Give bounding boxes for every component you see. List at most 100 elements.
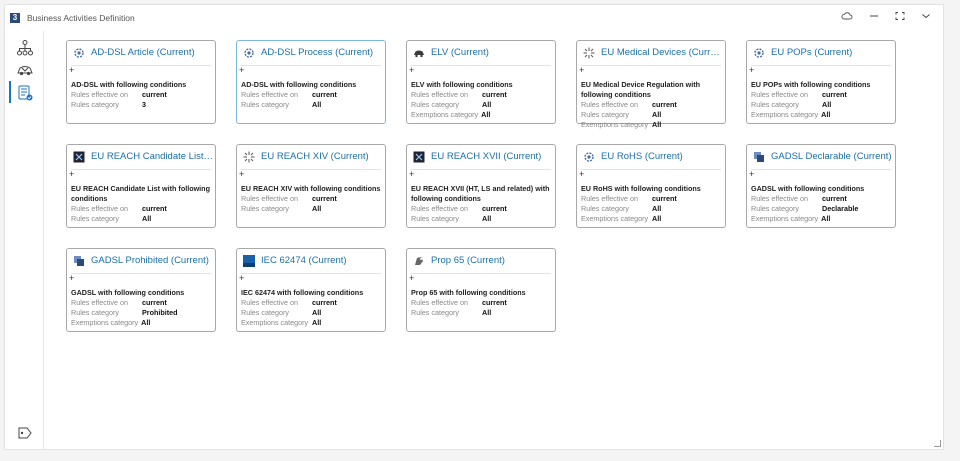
app-logo-icon: 3: [10, 13, 20, 23]
title-bar: 3 Business Activities Definition: [5, 5, 943, 31]
condition-row: Rules effective on current: [241, 298, 383, 308]
expand-plus-icon[interactable]: +: [409, 65, 414, 75]
expand-plus-icon[interactable]: +: [579, 169, 584, 179]
card-title[interactable]: AD-DSL Process (Current): [261, 47, 383, 58]
condition-row: Rules category Prohibited: [71, 308, 213, 318]
card-conditions: Rules effective on current Rules category 3: [71, 90, 213, 110]
condition-label: Rules category: [71, 308, 119, 317]
cloud-icon[interactable]: [839, 11, 855, 25]
card-conditions: Rules effective on current Rules category D…: [751, 194, 893, 224]
condition-row: Exemptions category All: [751, 110, 893, 120]
activity-card[interactable]: EU Medical Devices (Current) + EU Medical …: [576, 40, 726, 129]
expand-plus-icon[interactable]: +: [409, 273, 414, 283]
condition-value: current: [822, 194, 847, 203]
condition-value: All: [312, 204, 322, 213]
card-title[interactable]: AD-DSL Article (Current): [91, 47, 213, 58]
condition-label: Rules category: [581, 110, 629, 119]
condition-label: Exemptions category: [751, 214, 819, 223]
card-divider: [581, 169, 721, 170]
expand-plus-icon[interactable]: +: [749, 169, 754, 179]
card-conditions: Rules effective on current Rules category A…: [241, 194, 383, 214]
tree-icon[interactable]: [16, 39, 34, 57]
card-conditions: Rules effective on current Rules category A…: [411, 90, 553, 120]
app-window: 3 Business Activities Definition AD-DSL …: [4, 4, 944, 450]
condition-value: All: [482, 100, 492, 109]
activity-card[interactable]: EU POPs (Current) + EU POPs with following…: [746, 40, 896, 124]
activity-card[interactable]: EU REACH XIV (Current) + EU REACH XIV with…: [236, 144, 386, 228]
activity-card[interactable]: EU REACH Candidate List (Current) + EU REA…: [66, 144, 216, 228]
card-divider: [751, 65, 891, 66]
card-title[interactable]: EU REACH Candidate List (Current): [91, 151, 213, 162]
expand-plus-icon[interactable]: +: [69, 273, 74, 283]
card-divider: [71, 169, 211, 170]
card-conditions: Rules effective on current Rules category A…: [241, 298, 383, 328]
condition-value: All: [482, 214, 492, 223]
chevron-down-icon[interactable]: [918, 11, 934, 25]
expand-plus-icon[interactable]: +: [579, 65, 584, 75]
condition-row: Rules category 3: [71, 100, 213, 110]
condition-row: Exemptions category All: [241, 318, 383, 328]
condition-row: Rules effective on current: [411, 90, 553, 100]
card-description: EU Medical Device Regulation with follow…: [581, 80, 701, 99]
maximize-icon[interactable]: [892, 11, 908, 25]
expand-plus-icon[interactable]: +: [69, 65, 74, 75]
condition-row: Exemptions category All: [751, 214, 893, 224]
condition-label: Rules category: [411, 308, 459, 317]
gear-icon: [753, 46, 765, 58]
activity-card[interactable]: Prop 65 (Current) + Prop 65 with following…: [406, 248, 556, 332]
condition-label: Rules effective on: [71, 204, 129, 213]
activity-card[interactable]: ELV (Current) + ELV with following conditi…: [406, 40, 556, 124]
checklist-icon[interactable]: [16, 84, 34, 102]
card-divider: [71, 273, 211, 274]
condition-label: Rules effective on: [581, 194, 639, 203]
card-title[interactable]: EU Medical Devices (Current): [601, 47, 723, 58]
activity-card[interactable]: GADSL Declarable (Current) + GADSL with fo…: [746, 144, 896, 228]
resize-handle[interactable]: [934, 440, 941, 447]
card-description: GADSL with following conditions: [71, 288, 185, 297]
car-icon[interactable]: [16, 61, 34, 79]
chip-icon: [73, 254, 85, 266]
condition-row: Rules category All: [411, 308, 553, 318]
card-divider: [411, 169, 551, 170]
card-divider: [241, 169, 381, 170]
expand-plus-icon[interactable]: +: [409, 169, 414, 179]
activity-card[interactable]: AD-DSL Process (Current) + AD-DSL with fol…: [236, 40, 386, 124]
expand-plus-icon[interactable]: +: [69, 169, 74, 179]
card-title[interactable]: IEC 62474 (Current): [261, 255, 383, 266]
activity-card[interactable]: EU REACH XVII (Current) + EU REACH XVII (H…: [406, 144, 556, 228]
card-description: EU REACH XIV with following conditions: [241, 184, 381, 193]
expand-plus-icon[interactable]: +: [239, 169, 244, 179]
condition-value: current: [652, 100, 677, 109]
card-title[interactable]: GADSL Declarable (Current): [771, 151, 893, 162]
condition-label: Rules effective on: [71, 298, 129, 307]
chip-icon: [753, 150, 765, 162]
activity-card[interactable]: IEC 62474 (Current) + IEC 62474 with follo…: [236, 248, 386, 332]
card-title[interactable]: ELV (Current): [431, 47, 553, 58]
card-conditions: Rules effective on current Rules category P…: [71, 298, 213, 328]
card-conditions: Rules effective on current Rules category A…: [241, 90, 383, 110]
expand-plus-icon[interactable]: +: [749, 65, 754, 75]
activity-card[interactable]: GADSL Prohibited (Current) + GADSL with fo…: [66, 248, 216, 332]
card-title[interactable]: Prop 65 (Current): [431, 255, 553, 266]
condition-row: Rules category All: [241, 308, 383, 318]
card-title[interactable]: EU REACH XVII (Current): [431, 151, 553, 162]
condition-row: Exemptions category All: [71, 318, 213, 328]
expand-plus-icon[interactable]: +: [239, 273, 244, 283]
condition-row: Rules effective on current: [411, 298, 553, 308]
activity-card[interactable]: AD-DSL Article (Current) + AD-DSL with fol…: [66, 40, 216, 124]
condition-label: Exemptions category: [411, 110, 479, 119]
card-title[interactable]: EU REACH XIV (Current): [261, 151, 383, 162]
tag-icon[interactable]: [16, 424, 34, 442]
card-title[interactable]: GADSL Prohibited (Current): [91, 255, 213, 266]
card-title[interactable]: EU RoHS (Current): [601, 151, 723, 162]
expand-plus-icon[interactable]: +: [239, 65, 244, 75]
condition-value: current: [822, 90, 847, 99]
card-title[interactable]: EU POPs (Current): [771, 47, 893, 58]
condition-label: Rules category: [751, 204, 799, 213]
condition-value: All: [652, 120, 662, 129]
activity-card[interactable]: EU RoHS (Current) + EU RoHS with following…: [576, 144, 726, 228]
condition-label: Rules effective on: [751, 194, 809, 203]
card-description: ELV with following conditions: [411, 80, 513, 89]
minimize-icon[interactable]: [866, 11, 882, 25]
card-conditions: Rules effective on current Rules category A…: [71, 204, 213, 224]
